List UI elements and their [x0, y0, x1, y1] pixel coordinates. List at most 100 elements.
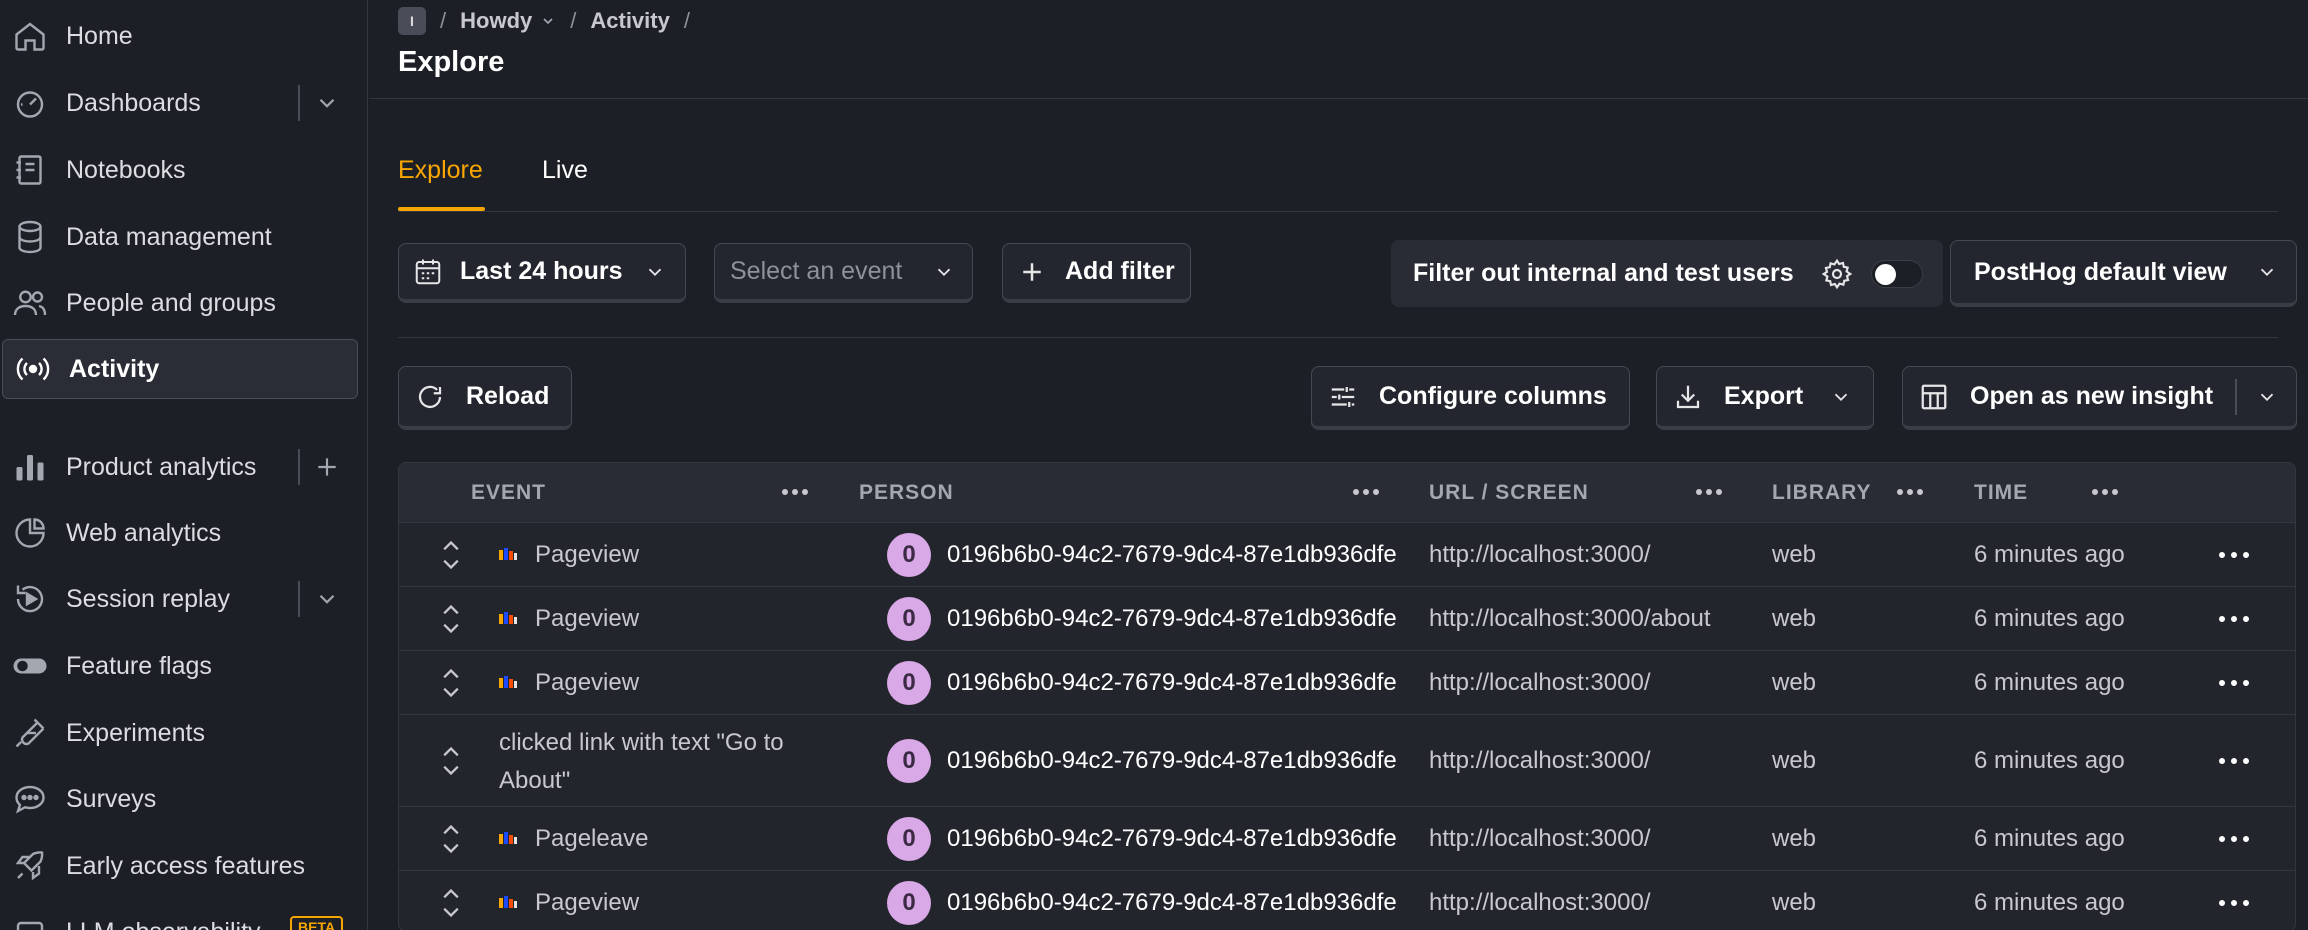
- more-icon[interactable]: [2214, 604, 2254, 634]
- url: http://localhost:3000/: [1429, 889, 1651, 916]
- library: web: [1772, 669, 1817, 696]
- person-id[interactable]: 0196b6b0-94c2-7679-9dc4-87e1db936dfe: [947, 669, 1397, 697]
- reload-icon: [415, 382, 445, 412]
- table-row[interactable]: clicked link with text "Go to About" 0 0…: [399, 715, 2295, 807]
- more-icon[interactable]: [2214, 540, 2254, 570]
- breadcrumb-section[interactable]: Activity: [590, 8, 669, 34]
- sidebar-item-web-analytics[interactable]: Web analytics: [0, 503, 358, 563]
- timestamp[interactable]: 6 minutes ago: [1974, 605, 2125, 633]
- table-row[interactable]: Pageview 0 0196b6b0-94c2-7679-9dc4-87e1d…: [399, 587, 2295, 651]
- person-id[interactable]: 0196b6b0-94c2-7679-9dc4-87e1db936dfe: [947, 825, 1397, 853]
- event-name[interactable]: Pageview: [535, 889, 639, 917]
- table-row[interactable]: Pageview 0 0196b6b0-94c2-7679-9dc4-87e1d…: [399, 523, 2295, 587]
- sidebar-item-home[interactable]: Home: [0, 6, 358, 66]
- more-icon[interactable]: [2214, 746, 2254, 776]
- chevron-down-icon[interactable]: [540, 13, 556, 29]
- column-header-time[interactable]: TIME: [1974, 481, 2028, 505]
- timestamp[interactable]: 6 minutes ago: [1974, 541, 2125, 569]
- chevron-down-icon[interactable]: [2256, 386, 2278, 408]
- chevron-down-icon: [933, 261, 955, 283]
- sidebar-item-label: Dashboards: [66, 88, 201, 117]
- reload-button[interactable]: Reload: [398, 366, 572, 430]
- sidebar-item-product-analytics[interactable]: Product analytics: [0, 437, 358, 497]
- column-header-person[interactable]: PERSON: [859, 481, 954, 505]
- open-as-new-insight-button[interactable]: Open as new insight: [1902, 366, 2297, 430]
- more-icon[interactable]: [2214, 824, 2254, 854]
- event-name-line-1[interactable]: clicked link with text "Go to: [499, 729, 784, 757]
- expand-icon[interactable]: [437, 666, 465, 700]
- column-header-library[interactable]: LIBRARY: [1772, 481, 1872, 505]
- web-event-icon: [499, 896, 517, 908]
- sidebar-item-feature-flags[interactable]: Feature flags: [0, 636, 358, 696]
- project-icon[interactable]: I: [398, 7, 426, 35]
- sidebar-item-notebooks[interactable]: Notebooks: [0, 140, 358, 200]
- export-button[interactable]: Export: [1656, 366, 1874, 430]
- add-filter-button[interactable]: Add filter: [1002, 243, 1191, 303]
- gear-icon[interactable]: [1821, 258, 1853, 290]
- event-select[interactable]: Select an event: [714, 243, 973, 303]
- more-icon[interactable]: [2087, 477, 2123, 507]
- chat-icon: [12, 781, 48, 817]
- timestamp[interactable]: 6 minutes ago: [1974, 889, 2125, 917]
- expand-icon[interactable]: [437, 886, 465, 920]
- timestamp[interactable]: 6 minutes ago: [1974, 747, 2125, 775]
- flask-icon: [12, 715, 48, 751]
- person-id[interactable]: 0196b6b0-94c2-7679-9dc4-87e1db936dfe: [947, 747, 1397, 775]
- sidebar-item-activity[interactable]: Activity: [2, 339, 358, 399]
- internal-filter-toggle[interactable]: [1871, 259, 1923, 288]
- table-row[interactable]: Pageview 0 0196b6b0-94c2-7679-9dc4-87e1d…: [399, 871, 2295, 930]
- event-name[interactable]: Pageview: [535, 669, 639, 697]
- table-row[interactable]: Pageview 0 0196b6b0-94c2-7679-9dc4-87e1d…: [399, 651, 2295, 715]
- chevron-down-icon[interactable]: [310, 86, 344, 120]
- avatar: 0: [887, 661, 931, 705]
- more-icon[interactable]: [777, 477, 813, 507]
- breadcrumb-project[interactable]: Howdy: [460, 8, 532, 34]
- table-row[interactable]: Pageleave 0 0196b6b0-94c2-7679-9dc4-87e1…: [399, 807, 2295, 871]
- library: web: [1772, 889, 1817, 916]
- event-name[interactable]: Pageview: [535, 541, 639, 569]
- sidebar-item-experiments[interactable]: Experiments: [0, 703, 358, 763]
- sidebar-item-data-management[interactable]: Data management: [0, 207, 358, 267]
- expand-icon[interactable]: [437, 744, 465, 778]
- person-id[interactable]: 0196b6b0-94c2-7679-9dc4-87e1db936dfe: [947, 605, 1397, 633]
- chevron-down-icon: [644, 261, 666, 283]
- event-name[interactable]: Pageleave: [535, 825, 648, 853]
- chevron-down-icon: [1830, 386, 1852, 408]
- internal-filter-label: Filter out internal and test users: [1413, 259, 1794, 287]
- sidebar-item-dashboards[interactable]: Dashboards: [0, 73, 358, 133]
- divider: [298, 449, 300, 485]
- timestamp[interactable]: 6 minutes ago: [1974, 825, 2125, 853]
- column-header-event[interactable]: EVENT: [471, 481, 546, 505]
- more-icon[interactable]: [1691, 477, 1727, 507]
- expand-icon[interactable]: [437, 538, 465, 572]
- plus-icon[interactable]: [310, 450, 344, 484]
- sidebar-item-session-replay[interactable]: Session replay: [0, 569, 358, 629]
- more-icon[interactable]: [2214, 668, 2254, 698]
- avatar: 0: [887, 739, 931, 783]
- sidebar-item-people-and-groups[interactable]: People and groups: [0, 273, 358, 333]
- sidebar-item-label: Web analytics: [66, 518, 222, 547]
- bar-chart-icon: [12, 449, 48, 485]
- breadcrumb-separator: /: [683, 8, 690, 33]
- plus-icon: [1017, 257, 1047, 287]
- more-icon[interactable]: [1348, 477, 1384, 507]
- tab-explore[interactable]: Explore: [398, 156, 483, 185]
- expand-icon[interactable]: [437, 602, 465, 636]
- date-range-select[interactable]: Last 24 hours: [398, 243, 686, 303]
- tab-live[interactable]: Live: [542, 156, 588, 185]
- web-event-icon: [499, 832, 517, 844]
- more-icon[interactable]: [1892, 477, 1928, 507]
- event-name[interactable]: Pageview: [535, 605, 639, 633]
- column-header-url[interactable]: URL / SCREEN: [1429, 481, 1589, 505]
- more-icon[interactable]: [2214, 888, 2254, 918]
- timestamp[interactable]: 6 minutes ago: [1974, 669, 2125, 697]
- sidebar-item-early-access-features[interactable]: Early access features: [0, 836, 358, 896]
- chevron-down-icon[interactable]: [310, 582, 344, 616]
- event-name-line-2[interactable]: About": [499, 767, 570, 795]
- expand-icon[interactable]: [437, 822, 465, 856]
- view-select[interactable]: PostHog default view: [1950, 240, 2297, 307]
- person-id[interactable]: 0196b6b0-94c2-7679-9dc4-87e1db936dfe: [947, 541, 1397, 569]
- configure-columns-button[interactable]: Configure columns: [1311, 366, 1630, 430]
- person-id[interactable]: 0196b6b0-94c2-7679-9dc4-87e1db936dfe: [947, 889, 1397, 917]
- sidebar-item-surveys[interactable]: Surveys: [0, 769, 358, 829]
